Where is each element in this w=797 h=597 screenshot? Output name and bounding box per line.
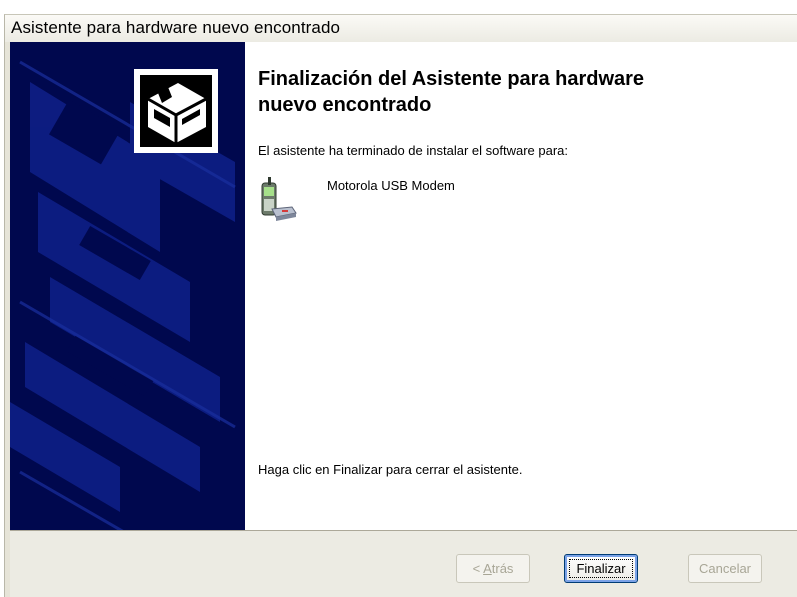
device-name: Motorola USB Modem — [327, 178, 455, 193]
hardware-wizard-icon — [134, 69, 218, 153]
phone-modem-icon — [258, 177, 298, 223]
intro-text: El asistente ha terminado de instalar el… — [258, 143, 569, 158]
finish-hint-text: Haga clic en Finalizar para cerrar el as… — [258, 462, 523, 477]
button-bar: < Atrás Finalizar Cancelar — [10, 530, 797, 597]
window-title: Asistente para hardware nuevo encontrado — [11, 18, 341, 37]
finish-button-label: Finalizar — [569, 559, 633, 578]
wizard-banner — [10, 42, 245, 530]
finish-button[interactable]: Finalizar — [564, 554, 638, 583]
wizard-window: Asistente para hardware nuevo encontrado — [0, 0, 797, 597]
title-bar[interactable]: Asistente para hardware nuevo encontrado — [4, 14, 797, 42]
back-rest: trás — [491, 561, 514, 576]
back-button-label: < Atrás — [473, 561, 514, 576]
back-button[interactable]: < Atrás — [456, 554, 530, 583]
back-accelerator: A — [483, 561, 492, 576]
page-title: Finalización del Asistente para hardware… — [258, 68, 645, 116]
wizard-content: Finalización del Asistente para hardware… — [245, 42, 797, 530]
back-prefix: < — [472, 561, 484, 576]
cancel-button-label: Cancelar — [698, 561, 752, 576]
cancel-button[interactable]: Cancelar — [688, 554, 762, 583]
